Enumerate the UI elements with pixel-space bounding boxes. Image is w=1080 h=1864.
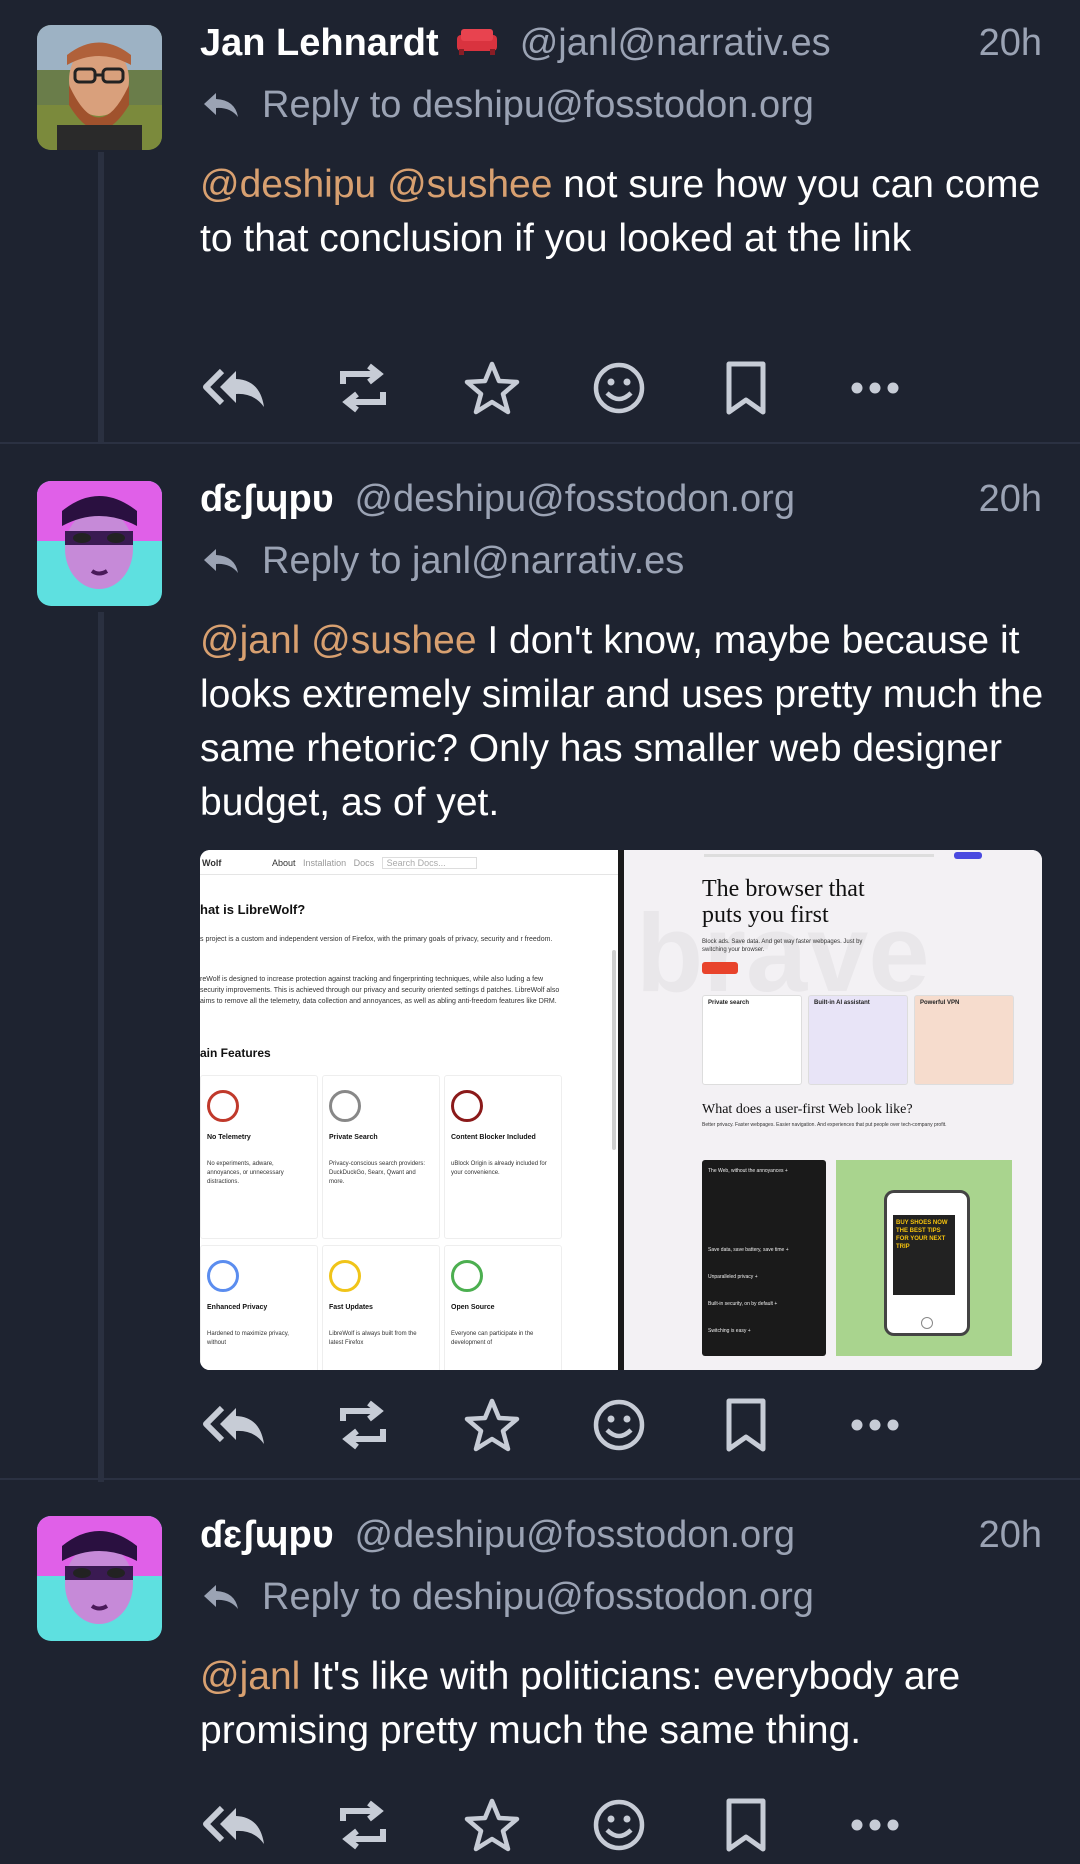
display-name[interactable]: ɗɛʃɰpʋ @deshipu@fosstodon.org: [200, 1514, 795, 1557]
reply-to-text: Reply to deshipu@fosstodon.org: [262, 1576, 814, 1618]
action-bar: [200, 1792, 1050, 1862]
reply-to-line[interactable]: Reply to deshipu@fosstodon.org: [200, 1576, 814, 1619]
avatar[interactable]: [37, 1516, 162, 1641]
favourite-button[interactable]: [457, 1792, 527, 1862]
bookmark-button[interactable]: [711, 1792, 781, 1862]
reply-all-icon: [202, 1802, 268, 1853]
mention-link[interactable]: @janl: [200, 1655, 300, 1698]
timestamp[interactable]: 20h: [979, 1514, 1042, 1557]
account-handle[interactable]: @deshipu@fosstodon.org: [354, 1514, 795, 1556]
boost-button[interactable]: [328, 1792, 398, 1862]
emoji-react-icon: [591, 1797, 647, 1858]
favourite-icon: [463, 1797, 521, 1858]
emoji-react-button[interactable]: [584, 1792, 654, 1862]
more-button[interactable]: [840, 1792, 910, 1862]
bookmark-icon: [723, 1797, 769, 1858]
post-text: It's like with politicians: everybody ar…: [200, 1655, 961, 1752]
boost-icon: [335, 1797, 391, 1858]
display-name-text: ɗɛʃɰpʋ: [200, 1514, 334, 1556]
post-content: @janl It's like with politicians: everyb…: [200, 1650, 1050, 1758]
more-icon: [850, 1818, 900, 1837]
status-post[interactable]: ɗɛʃɰpʋ @deshipu@fosstodon.org 20h Reply …: [0, 0, 1080, 1864]
reply-arrow-icon: [204, 1585, 238, 1609]
reply-button[interactable]: [200, 1792, 270, 1862]
